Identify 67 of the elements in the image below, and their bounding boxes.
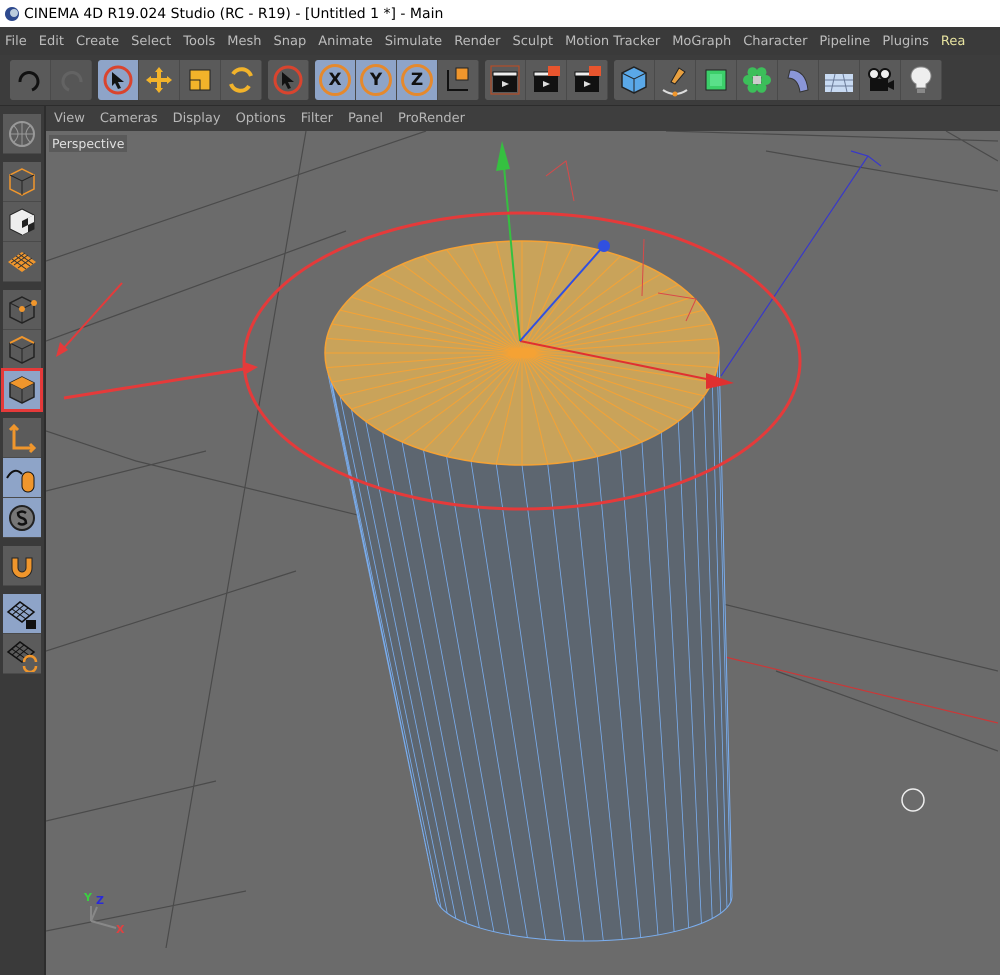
app-logo-icon xyxy=(4,6,20,22)
axis-mode-button[interactable] xyxy=(3,418,41,458)
grid-sync-mode-button[interactable] xyxy=(3,634,41,674)
menu-item[interactable]: Mesh xyxy=(227,34,262,48)
select-button[interactable] xyxy=(98,60,139,100)
render-settings-button[interactable] xyxy=(567,60,608,100)
tweak-mode-button[interactable] xyxy=(3,458,41,498)
scale-button[interactable] xyxy=(180,60,221,100)
window-title: CINEMA 4D R19.024 Studio (RC - R19) - [Untitled 1 *] - Main xyxy=(24,6,444,22)
axis-label: X xyxy=(116,923,124,936)
menu-item[interactable]: MoGraph xyxy=(672,34,732,48)
menu-item[interactable]: Tools xyxy=(183,34,216,48)
grid-lock-mode-button[interactable] xyxy=(3,594,41,634)
magnet-mode-button[interactable] xyxy=(3,546,41,586)
solo-mode-button[interactable] xyxy=(3,498,41,538)
axis-indicator xyxy=(90,905,117,929)
rotate-button[interactable] xyxy=(221,60,262,100)
menu-item[interactable]: Edit xyxy=(38,34,64,48)
cursor-circle xyxy=(901,788,925,812)
viewport-menu-item[interactable]: ProRender xyxy=(398,111,465,126)
viewport-menu-item[interactable]: View xyxy=(54,111,85,126)
menu-item[interactable]: Rea xyxy=(940,34,966,48)
subdivide-button[interactable] xyxy=(696,60,737,100)
floor-button[interactable] xyxy=(819,60,860,100)
viewport-menu-item[interactable]: Options xyxy=(236,111,286,126)
menu-item[interactable]: Plugins xyxy=(882,34,929,48)
axis-toggle-button[interactable]: Z xyxy=(397,60,438,100)
polygons-mode-button[interactable] xyxy=(3,370,41,410)
menu-item[interactable]: Animate xyxy=(318,34,373,48)
menu-item[interactable]: Simulate xyxy=(384,34,442,48)
viewport-menu-item[interactable]: Cameras xyxy=(100,111,158,126)
light-button[interactable] xyxy=(901,60,942,100)
render-viewer-button[interactable] xyxy=(526,60,567,100)
bend-button[interactable] xyxy=(778,60,819,100)
menu-item[interactable]: Pipeline xyxy=(819,34,870,48)
undo-button[interactable] xyxy=(10,60,51,100)
coords-button[interactable] xyxy=(438,60,479,100)
menu-item[interactable]: Select xyxy=(131,34,172,48)
model-mode-button[interactable] xyxy=(3,162,41,202)
cloner-button[interactable] xyxy=(737,60,778,100)
camera-button[interactable] xyxy=(860,60,901,100)
axis-label: Z xyxy=(96,894,104,907)
texture-mode-button[interactable] xyxy=(3,202,41,242)
menu-item[interactable]: Sculpt xyxy=(512,34,554,48)
globe-mode-button[interactable] xyxy=(3,114,41,154)
menu-item[interactable]: Motion Tracker xyxy=(565,34,660,48)
move-button[interactable] xyxy=(139,60,180,100)
select-button[interactable] xyxy=(268,60,309,100)
viewport-menu-item[interactable]: Panel xyxy=(348,111,384,126)
workplane-mode-button[interactable] xyxy=(3,242,41,282)
menu-item[interactable]: Render xyxy=(454,34,500,48)
menu-item[interactable]: Character xyxy=(743,34,808,48)
edges-mode-button[interactable] xyxy=(3,330,41,370)
pen-button[interactable] xyxy=(655,60,696,100)
viewport[interactable]: Perspective Y Z X xyxy=(46,131,1000,975)
axis-label: Y xyxy=(84,891,92,904)
axis-toggle-button[interactable]: X xyxy=(315,60,356,100)
cube-button[interactable] xyxy=(614,60,655,100)
menu-item[interactable]: Create xyxy=(76,34,120,48)
points-mode-button[interactable] xyxy=(3,290,41,330)
menu-item[interactable]: Snap xyxy=(274,34,306,48)
axis-toggle-button[interactable]: Y xyxy=(356,60,397,100)
viewport-menu-item[interactable]: Display xyxy=(172,111,221,126)
render-button[interactable] xyxy=(485,60,526,100)
viewport-menu-item[interactable]: Filter xyxy=(300,111,333,126)
menu-item[interactable]: File xyxy=(5,34,27,48)
camera-label: Perspective xyxy=(49,135,128,152)
